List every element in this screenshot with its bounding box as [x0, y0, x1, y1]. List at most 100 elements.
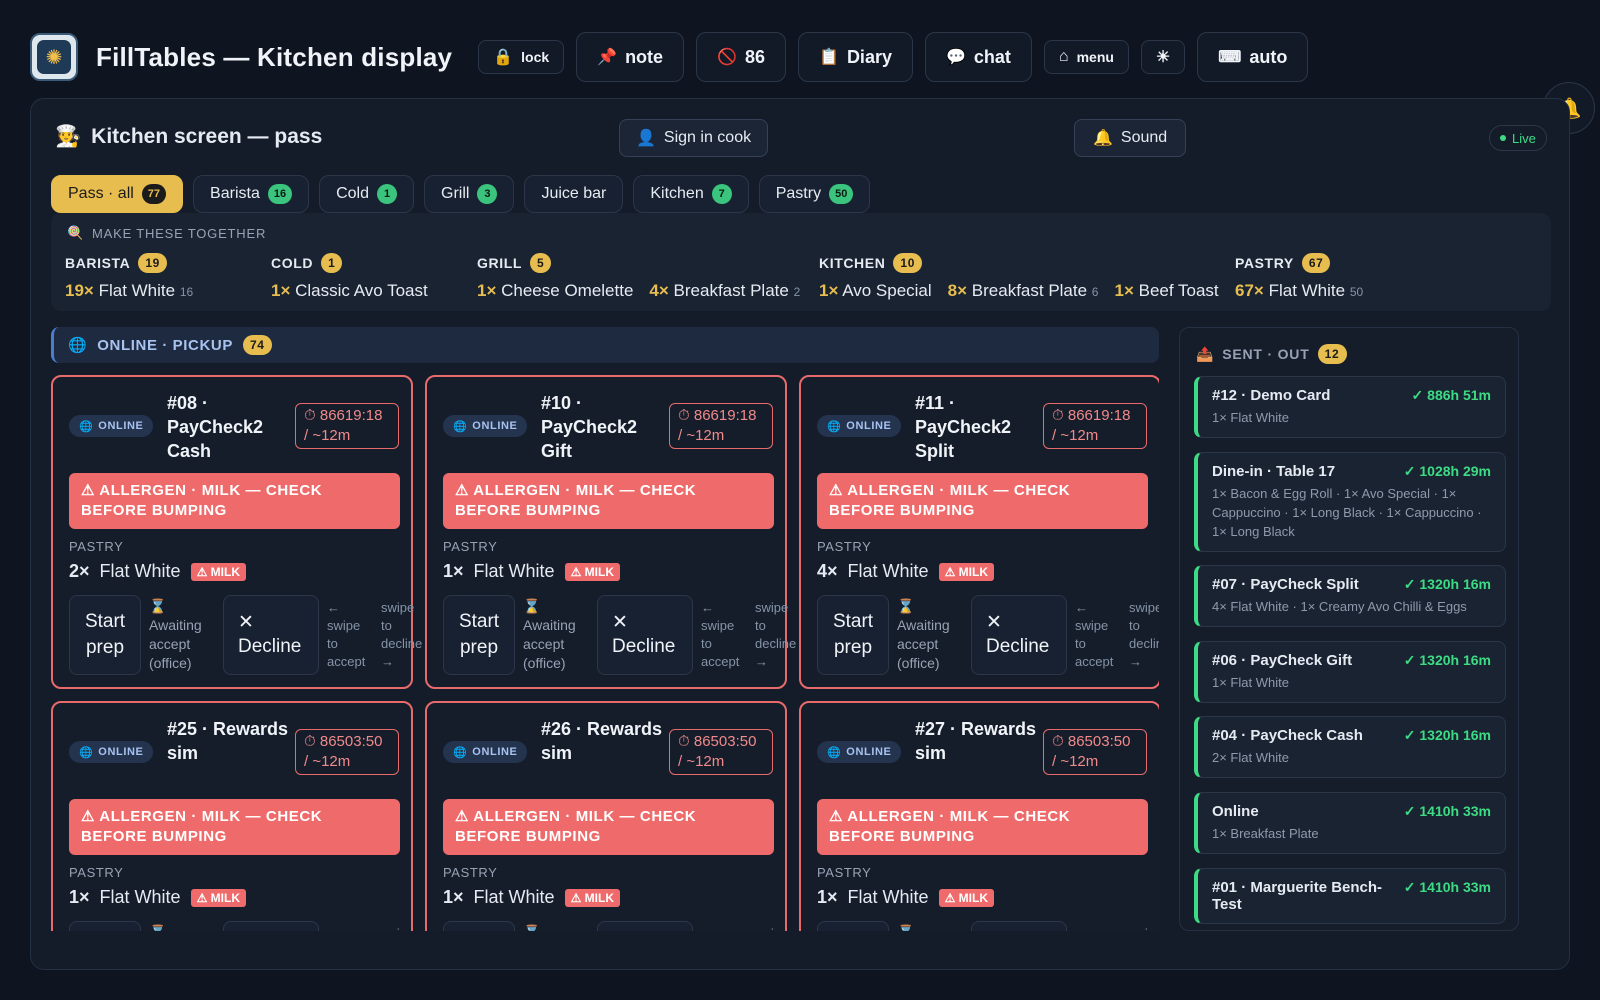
order-item-name: Flat White [99, 887, 181, 907]
together-group-name: COLD [271, 255, 314, 271]
sound-button[interactable]: 🔔 Sound [1074, 119, 1187, 157]
tab-kitchen[interactable]: Kitchen 7 [633, 175, 749, 213]
start-prep-button[interactable]: Start prep [69, 595, 141, 675]
order-card[interactable]: 🌐 ONLINE #27 · Rewards sim ⏱ 86503:50 / ~12… [799, 701, 1159, 931]
together-group-name: BARISTA [65, 255, 131, 271]
online-pickup-header: 🌐 ONLINE · PICKUP 74 [51, 327, 1159, 363]
lock-button[interactable]: 🔒 lock [478, 40, 565, 74]
auto-label: auto [1249, 46, 1288, 67]
decline-label: Decline [238, 636, 302, 657]
sent-order[interactable]: #07 · PayCheck Split ✓ 1320h 16m 4× Flat W… [1194, 565, 1506, 627]
awaiting-accept-status: ⌛ Awaiting accept (office) [149, 598, 202, 671]
order-card[interactable]: 🌐 ONLINE #11 · PayCheck2 Split ⏱ 86619:18 /… [799, 375, 1159, 689]
order-timer: ⏱ 86619:18 / ~12m [295, 403, 399, 449]
sent-order-items: 1× Flat White [1212, 410, 1289, 425]
order-card[interactable]: 🌐 ONLINE #26 · Rewards sim ⏱ 86503:50 / ~12… [425, 701, 788, 931]
online-tag: 🌐 ONLINE [443, 741, 528, 763]
note-button[interactable]: 📌 note [576, 32, 685, 82]
sun-logo-icon: ✺ [37, 40, 71, 74]
order-actions: Start prep⌛ Awaiting accept (office) ✕ Dec… [443, 595, 801, 675]
together-group-items: 1× Avo Special 8× Breakfast Plate 6 1× Bee… [819, 281, 1219, 301]
together-group-count: 5 [530, 253, 552, 273]
order-item: 1× Flat White ⚠ MILK [443, 561, 620, 582]
together-group-kitchen: KITCHEN 10 1× Avo Special 8× Breakfast Plat… [819, 253, 1219, 301]
online-tag: 🌐 ONLINE [443, 415, 528, 437]
order-timer: ⏱ 86503:50 / ~12m [1043, 729, 1147, 775]
decline-button[interactable]: ✕Decline [223, 595, 319, 675]
sign-in-cook-label: Sign in cook [663, 129, 752, 146]
sent-order[interactable]: #06 · PayCheck Gift ✓ 1320h 16m 1× Flat Wh… [1194, 641, 1506, 703]
order-timer: ⏱ 86503:50 / ~12m [295, 729, 399, 775]
order-card[interactable]: 🌐 ONLINE #08 · PayCheck2 Cash ⏱ 86619:18 / … [51, 375, 422, 689]
order-name: #26 · Rewards sim [541, 719, 663, 763]
together-group-cold: COLD 1 1× Classic Avo Toast [271, 253, 428, 301]
globe-icon: 🌐 [68, 337, 88, 354]
station-tabs: Pass · all 77 Barista 16 Cold 1 Grill 3 Juice ba… [51, 175, 871, 213]
decline-button[interactable]: ✕Decline [971, 595, 1067, 675]
sent-order-header: #01 · Marguerite Bench-Test ✓ 1410h 33m [1212, 879, 1491, 913]
kitchen-heading: 🧑‍🍳 Kitchen screen — pass [55, 125, 322, 149]
swipe-decline-hint: swipe to decline → [1129, 925, 1159, 931]
menu-button[interactable]: ⌂ menu [1043, 40, 1129, 74]
online-tag: 🌐 ONLINE [817, 415, 902, 437]
sent-order-items: 4× Flat White · 1× Creamy Avo Chilli & E… [1212, 599, 1467, 614]
order-station: PASTRY [817, 539, 872, 554]
theme-button[interactable]: ☀ [1140, 40, 1186, 74]
together-group-name: PASTRY [1235, 255, 1294, 271]
sent-order[interactable]: #04 · PayCheck Cash ✓ 1320h 16m 2× Flat Wh… [1194, 716, 1506, 778]
online-tag-label: ONLINE [846, 746, 892, 758]
tab-barista[interactable]: Barista 16 [193, 175, 310, 213]
start-prep-button[interactable]: Start prep [443, 921, 515, 931]
decline-button[interactable]: ✕Decline [597, 595, 693, 675]
tab-cold[interactable]: Cold 1 [319, 175, 414, 213]
together-item-pending: 2 [793, 285, 801, 299]
tab-pastry[interactable]: Pastry 50 [758, 175, 871, 213]
auto-button[interactable]: ⌨ auto [1197, 32, 1309, 82]
order-station: PASTRY [443, 539, 498, 554]
sign-in-cook-button[interactable]: 👤 Sign in cook [619, 119, 769, 157]
diary-button[interactable]: 📋 Diary [798, 32, 913, 82]
start-prep-button[interactable]: Start prep [817, 921, 889, 931]
station-tab-label: Juice bar [541, 185, 607, 202]
together-item-qty: 8× [947, 281, 968, 300]
together-group-header: COLD 1 [271, 253, 428, 273]
bell-icon: 🔔 [1093, 130, 1113, 147]
decline-button[interactable]: ✕Decline [971, 921, 1067, 931]
together-item-qty: 19× [65, 281, 94, 300]
sent-order[interactable]: #01 · Marguerite Bench-Test ✓ 1410h 33m [1194, 868, 1506, 924]
together-group-pastry: PASTRY 67 67× Flat White 50 [1235, 253, 1363, 301]
online-tag-label: ONLINE [846, 420, 892, 432]
order-card[interactable]: 🌐 ONLINE #10 · PayCheck2 Gift ⏱ 86619:18 / … [425, 375, 796, 689]
sent-order-header: Dine-in · Table 17 ✓ 1028h 29m [1212, 463, 1491, 480]
decline-button[interactable]: ✕Decline [223, 921, 319, 931]
together-item-name: Beef Toast [1138, 281, 1219, 300]
start-prep-button[interactable]: Start prep [443, 595, 515, 675]
chat-button[interactable]: 💬 chat [924, 32, 1032, 82]
tab-juice-bar[interactable]: Juice bar [524, 175, 624, 213]
milk-allergen-badge: ⚠ MILK [190, 888, 246, 907]
sent-out-title-text: SENT · OUT [1222, 346, 1310, 362]
order-card[interactable]: 🌐 ONLINE #25 · Rewards sim ⏱ 86503:50 / ~12… [51, 701, 414, 931]
live-indicator: Live [1489, 125, 1547, 151]
station-tab-label: Pass · all [68, 185, 134, 202]
tab-grill[interactable]: Grill 3 [424, 175, 515, 213]
decline-button[interactable]: ✕Decline [597, 921, 693, 931]
sent-order-time: ✓ 1028h 29m [1403, 463, 1491, 479]
sent-order[interactable]: Dine-in · Table 17 ✓ 1028h 29m 1× Bacon & … [1194, 452, 1506, 552]
start-prep-button[interactable]: Start prep [817, 595, 889, 675]
sent-order[interactable]: #12 · Demo Card ✓ 886h 51m 1× Flat White [1194, 376, 1506, 438]
make-together-title: 🍭 MAKE THESE TOGETHER [67, 225, 266, 241]
tab-pass-all[interactable]: Pass · all 77 [51, 175, 184, 213]
sent-order-items: 2× Flat White [1212, 750, 1289, 765]
sent-order[interactable]: Online ✓ 1410h 33m 1× Breakfast Plate [1194, 792, 1506, 854]
eighty-six-button[interactable]: 🚫 86 [696, 32, 787, 82]
together-group-name: GRILL [477, 255, 522, 271]
awaiting-accept-status: ⌛ Awaiting accept (office) [523, 598, 576, 671]
swipe-accept-hint: ← swipe to accept [327, 600, 366, 669]
order-item-qty: 2× [69, 561, 90, 581]
make-together-title-text: MAKE THESE TOGETHER [92, 225, 267, 241]
menu-label: menu [1076, 49, 1114, 65]
order-item-qty: 4× [817, 561, 838, 581]
start-prep-button[interactable]: Start prep [69, 921, 141, 931]
sent-order-name: #07 · PayCheck Split [1212, 576, 1359, 593]
